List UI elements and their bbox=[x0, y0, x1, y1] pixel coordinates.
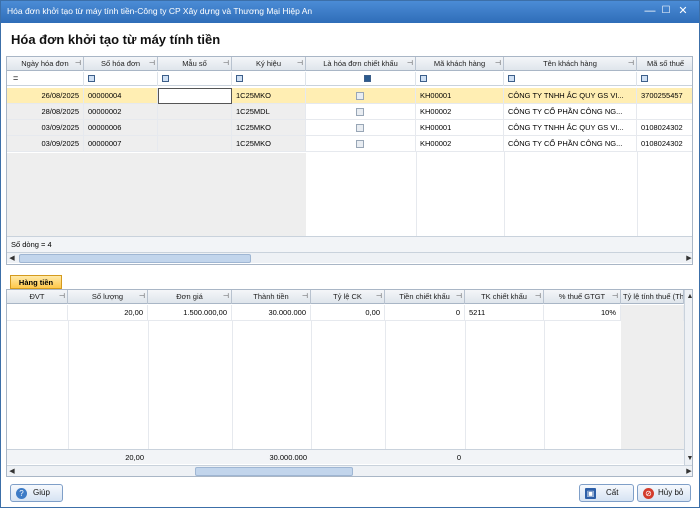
pin-icon[interactable]: ⊣ bbox=[223, 57, 229, 71]
detail-grid-header: ĐVT ⊣ Số lượng ⊣ Đơn giá ⊣ Thành tiền ⊣ Tỷ l… bbox=[7, 290, 684, 304]
scroll-up-icon[interactable]: ▲ bbox=[685, 291, 692, 302]
col-symbol[interactable]: Ký hiệu ⊣ bbox=[232, 57, 306, 71]
discount-checkbox[interactable] bbox=[356, 108, 364, 116]
horizontal-scrollbar[interactable]: ◀ ▶ bbox=[7, 252, 692, 264]
col-customer-name[interactable]: Tên khách hàng ⊣ bbox=[504, 57, 637, 71]
scroll-right-icon[interactable]: ▶ bbox=[684, 253, 692, 264]
filter-icon[interactable] bbox=[236, 75, 243, 82]
col-invoice-date[interactable]: Ngày hóa đơn ⊣ bbox=[7, 57, 84, 71]
pin-icon[interactable]: ⊣ bbox=[456, 290, 462, 304]
pin-icon[interactable]: ⊣ bbox=[612, 290, 618, 304]
filter-icon[interactable] bbox=[641, 75, 648, 82]
table-row[interactable]: 20,00 1.500.000,00 30.000.000 0,00 0 521… bbox=[7, 305, 684, 321]
table-row-right[interactable]: KH00002 CÔNG TY CỔ PHẦN CÔNG NG... 01080… bbox=[306, 136, 692, 152]
filter-icon[interactable] bbox=[88, 75, 95, 82]
scroll-thumb[interactable] bbox=[195, 467, 353, 476]
col-tax-code[interactable]: Mã số thuế bbox=[637, 57, 692, 71]
pin-icon[interactable]: ⊣ bbox=[223, 290, 229, 304]
filter-operator[interactable]: = bbox=[13, 73, 18, 83]
pin-icon[interactable]: ⊣ bbox=[376, 290, 382, 304]
cancel-icon: ⊘ bbox=[643, 488, 654, 499]
filter-icon[interactable] bbox=[420, 75, 427, 82]
col-discount-account[interactable]: TK chiết khấu ⊣ bbox=[465, 290, 544, 304]
table-row[interactable]: 03/09/2025 00000007 1C25MKO bbox=[7, 136, 306, 152]
totals-row: 20,00 30.000.000 0 bbox=[7, 449, 684, 464]
discount-checkbox[interactable] bbox=[356, 124, 364, 132]
table-row[interactable]: 03/09/2025 00000006 1C25MKO bbox=[7, 120, 306, 136]
table-row[interactable]: 26/08/2025 00000004 1C25MKO KH00001 CÔNG… bbox=[7, 88, 692, 104]
col-discount-invoice[interactable]: Là hóa đơn chiết khấu ⊣ bbox=[306, 57, 416, 71]
scroll-left-icon[interactable]: ◀ bbox=[7, 253, 17, 264]
pin-icon[interactable]: ⊣ bbox=[75, 57, 81, 71]
col-discount-amount[interactable]: Tiền chiết khấu ⊣ bbox=[385, 290, 465, 304]
pin-icon[interactable]: ⊣ bbox=[59, 290, 65, 304]
pin-icon[interactable]: ⊣ bbox=[302, 290, 308, 304]
pin-icon[interactable]: ⊣ bbox=[495, 57, 501, 71]
pin-icon[interactable]: ⊣ bbox=[407, 57, 413, 71]
col-quantity[interactable]: Số lượng ⊣ bbox=[68, 290, 148, 304]
close-button[interactable]: ✕ bbox=[676, 5, 690, 18]
maximize-button[interactable]: ☐ bbox=[659, 5, 673, 18]
vertical-scrollbar[interactable]: ▲ ▼ bbox=[684, 290, 692, 465]
form-input[interactable] bbox=[158, 88, 232, 104]
save-button[interactable]: ▣ Cất bbox=[579, 484, 634, 502]
pin-icon[interactable]: ⊣ bbox=[149, 57, 155, 71]
col-unit-price[interactable]: Đơn giá ⊣ bbox=[148, 290, 232, 304]
grid-footer: Số dòng = 4 bbox=[7, 236, 692, 252]
window-title: Hóa đơn khởi tạo từ máy tính tiền-Công t… bbox=[7, 6, 313, 16]
discount-checkbox[interactable] bbox=[356, 92, 364, 100]
scroll-down-icon[interactable]: ▼ bbox=[685, 453, 692, 464]
col-discount-rate[interactable]: Tỷ lệ CK ⊣ bbox=[311, 290, 385, 304]
filter-icon[interactable] bbox=[508, 75, 515, 82]
detail-grid: ĐVT ⊣ Số lượng ⊣ Đơn giá ⊣ Thành tiền ⊣ Tỷ l… bbox=[6, 289, 693, 477]
col-vat[interactable]: % thuế GTGT ⊣ bbox=[544, 290, 621, 304]
help-icon: ? bbox=[16, 488, 27, 499]
col-form[interactable]: Mẫu số ⊣ bbox=[158, 57, 232, 71]
col-unit[interactable]: ĐVT ⊣ bbox=[7, 290, 68, 304]
scroll-thumb[interactable] bbox=[19, 254, 251, 263]
tab-hang-tien[interactable]: Hàng tiền bbox=[10, 275, 62, 289]
pin-icon[interactable]: ⊣ bbox=[535, 290, 541, 304]
col-customer-code[interactable]: Mã khách hàng ⊣ bbox=[416, 57, 504, 71]
save-icon: ▣ bbox=[585, 488, 596, 499]
discount-checkbox[interactable] bbox=[356, 140, 364, 148]
table-row-right[interactable]: KH00002 CÔNG TY CỔ PHẦN CÔNG NG... bbox=[306, 104, 692, 120]
col-tax-rate[interactable]: Tỷ lệ tính thuế (Thu bbox=[621, 290, 684, 304]
row-count: Số dòng = 4 bbox=[11, 240, 52, 249]
invoice-grid-header: Ngày hóa đơn ⊣ Số hóa đơn ⊣ Mẫu số ⊣ Ký hiệ… bbox=[7, 57, 692, 71]
help-button[interactable]: ? Giúp bbox=[10, 484, 63, 502]
cancel-button[interactable]: ⊘ Hủy bỏ bbox=[637, 484, 691, 502]
pin-icon[interactable]: ⊣ bbox=[297, 57, 303, 71]
pin-icon[interactable]: ⊣ bbox=[139, 290, 145, 304]
filter-checkbox[interactable] bbox=[364, 75, 371, 82]
dialog-window: Hóa đơn khởi tạo từ máy tính tiền-Công t… bbox=[0, 0, 700, 508]
pin-icon[interactable]: ⊣ bbox=[628, 57, 634, 71]
col-amount[interactable]: Thành tiền ⊣ bbox=[232, 290, 311, 304]
horizontal-scrollbar[interactable]: ◀ ▶ bbox=[7, 465, 692, 476]
scroll-right-icon[interactable]: ▶ bbox=[684, 466, 692, 476]
table-row[interactable]: 28/08/2025 00000002 1C25MDL bbox=[7, 104, 306, 120]
page-title: Hóa đơn khởi tạo từ máy tính tiền bbox=[11, 32, 221, 47]
scroll-left-icon[interactable]: ◀ bbox=[7, 466, 17, 476]
filter-icon[interactable] bbox=[162, 75, 169, 82]
invoice-grid: Ngày hóa đơn ⊣ Số hóa đơn ⊣ Mẫu số ⊣ Ký hiệ… bbox=[6, 56, 693, 265]
minimize-button[interactable]: — bbox=[643, 5, 657, 18]
filter-row: = bbox=[7, 72, 692, 86]
title-bar: Hóa đơn khởi tạo từ máy tính tiền-Công t… bbox=[1, 1, 699, 23]
col-invoice-number[interactable]: Số hóa đơn ⊣ bbox=[84, 57, 158, 71]
table-row-right[interactable]: KH00001 CÔNG TY TNHH ẮC QUY GS VI... 010… bbox=[306, 120, 692, 136]
